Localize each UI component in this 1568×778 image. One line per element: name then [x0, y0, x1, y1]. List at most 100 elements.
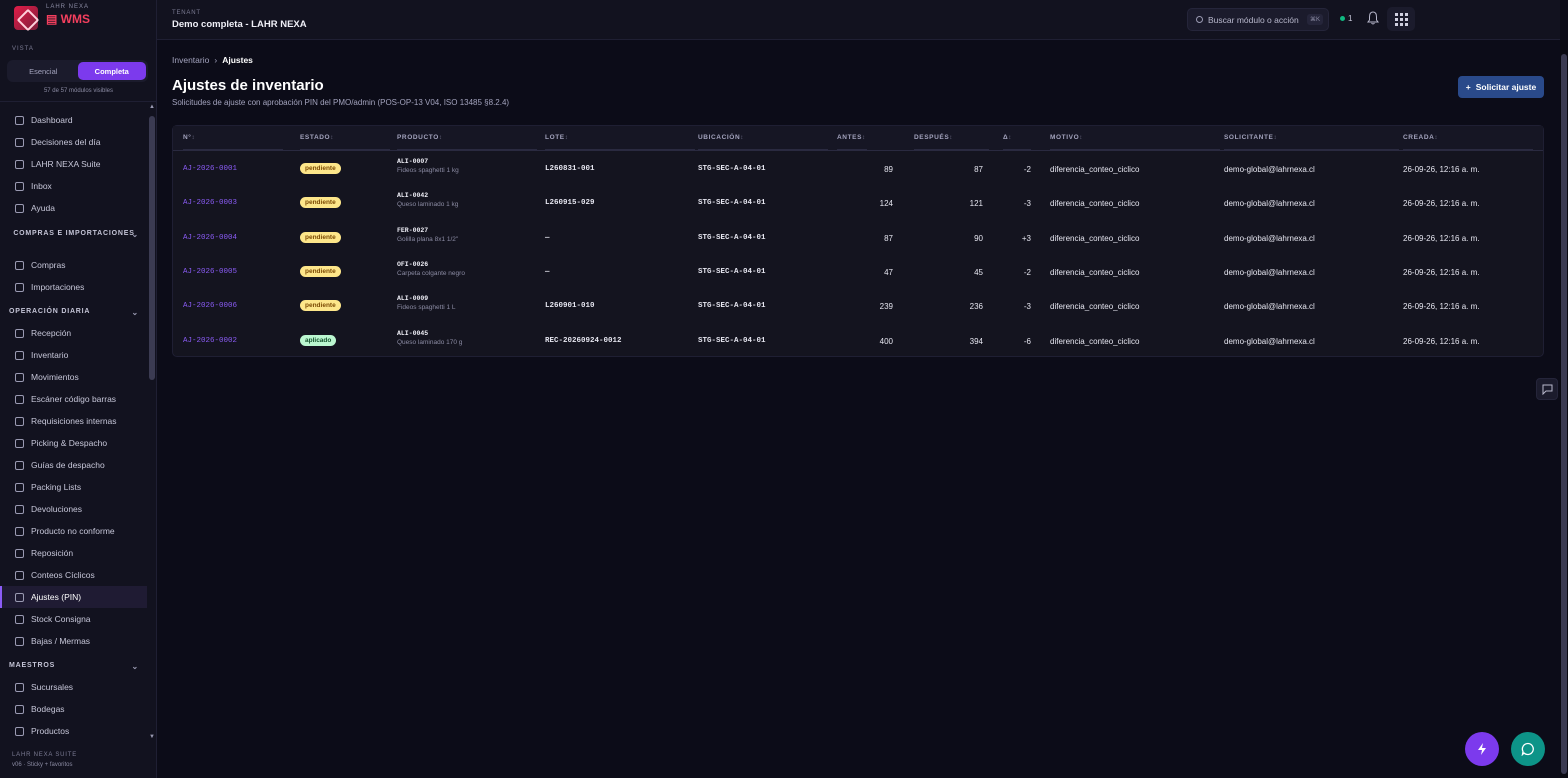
adjustment-id-link[interactable]: AJ-2026-0004 — [183, 234, 237, 242]
sidebar-item-stock-consigna[interactable]: Stock Consigna — [0, 608, 147, 630]
adjustment-id-link[interactable]: AJ-2026-0002 — [183, 337, 237, 345]
chevron-down-icon[interactable]: ⌄ — [131, 230, 139, 239]
created-cell: 26-09-26, 12:16 a. m. — [1403, 233, 1480, 243]
solicitar-ajuste-button[interactable]: + Solicitar ajuste — [1458, 76, 1544, 98]
sidebar-item-reposicion[interactable]: Reposición — [0, 542, 147, 564]
sidebar-item-bajas-mermas[interactable]: Bajas / Mermas — [0, 630, 147, 652]
lot-cell: — — [545, 233, 550, 242]
sidebar-item-lahr-nexa-suite[interactable]: LAHR NEXA Suite — [0, 153, 147, 175]
chevron-down-icon[interactable]: ⌄ — [131, 662, 139, 671]
sidebar-item-inventario[interactable]: Inventario — [0, 344, 147, 366]
sidebar-item-dashboard[interactable]: Dashboard — [0, 109, 147, 131]
sidebar-item-inbox[interactable]: Inbox — [0, 175, 147, 197]
quick-actions-button[interactable] — [1465, 732, 1499, 766]
chevron-down-icon[interactable]: ⌄ — [131, 308, 139, 317]
column-header-lote[interactable]: LOTE ↕ — [545, 126, 695, 150]
table-row[interactable]: AJ-2026-0006 pendiente ALI-0009 Fideos spag… — [173, 289, 1543, 323]
table-row[interactable]: AJ-2026-0005 pendiente OFI-0026 Carpeta col… — [173, 255, 1543, 289]
vista-esencial-button[interactable]: Esencial — [9, 62, 78, 80]
chat-button[interactable] — [1511, 732, 1545, 766]
column-header-despues[interactable]: DESPUÉS ↕ — [914, 126, 989, 150]
column-header-estado[interactable]: ESTADO ↕ — [300, 126, 390, 150]
scroll-up-icon[interactable]: ▲ — [148, 104, 156, 110]
sidebar-item-escaner-codigo-barras[interactable]: Escáner código barras — [0, 388, 147, 410]
column-header-delta[interactable]: Δ ↕ — [1003, 126, 1031, 150]
section-operacion[interactable]: OPERACIÓN DIARIA ⌄ — [9, 308, 139, 317]
sidebar-item-producto-no-conforme[interactable]: Producto no conforme — [0, 520, 147, 542]
sort-icon: ↕ — [564, 134, 569, 141]
requester-cell: demo-global@lahrnexa.cl — [1224, 302, 1315, 312]
sidebar-item-decisiones-del-dia[interactable]: Decisiones del día — [0, 131, 147, 153]
status-badge: pendiente — [300, 231, 341, 243]
section-compras-title: COMPRAS E IMPORTACIONES — [13, 230, 135, 237]
column-header-antes[interactable]: ANTES ↕ — [837, 126, 867, 150]
sidebar-item-ajustes-pin[interactable]: Ajustes (PIN) — [0, 586, 147, 608]
sidebar-scrollbar[interactable]: ▲ ▼ — [148, 104, 156, 744]
sidebar-importaciones-icon — [15, 282, 24, 292]
bell-icon[interactable] — [1367, 11, 1379, 25]
table-row[interactable]: AJ-2026-0004 pendiente FER-0027 Golilla pla… — [173, 221, 1543, 255]
adjustment-id-link[interactable]: AJ-2026-0006 — [183, 302, 237, 310]
status-badge: pendiente — [300, 197, 341, 209]
sidebar-item-productos[interactable]: Productos — [0, 720, 147, 742]
sidebar-item-picking-despacho[interactable]: Picking & Despacho — [0, 432, 147, 454]
adjustment-id-link[interactable]: AJ-2026-0003 — [183, 199, 237, 207]
status-badge: pendiente — [300, 265, 341, 277]
adjustment-id-link[interactable]: AJ-2026-0001 — [183, 165, 237, 173]
breadcrumb-parent[interactable]: Inventario — [172, 55, 209, 65]
sidebar-item-label: LAHR NEXA Suite — [31, 159, 101, 169]
vista-completa-button[interactable]: Completa — [77, 62, 146, 80]
page-scrollbar[interactable] — [1560, 40, 1568, 778]
sidebar-item-requisiciones-internas[interactable]: Requisiciones internas — [0, 410, 147, 432]
created-cell: 26-09-26, 12:16 a. m. — [1403, 267, 1480, 277]
sidebar-item-conteos-ciclicos[interactable]: Conteos Cíclicos — [0, 564, 147, 586]
column-header-motivo[interactable]: MOTIVO ↕ — [1050, 126, 1220, 150]
sidebar-item-guias-de-despacho[interactable]: Guías de despacho — [0, 454, 147, 476]
vista-toggle: Esencial Completa — [7, 60, 148, 82]
table-row[interactable]: AJ-2026-0001 pendiente ALI-0007 Fideos spag… — [173, 152, 1543, 186]
scroll-down-icon[interactable]: ▼ — [148, 734, 156, 740]
column-header-creada[interactable]: CREADA ↕ — [1403, 126, 1533, 150]
tenant-name[interactable]: Demo completa - LAHR NEXA — [172, 19, 307, 30]
feedback-button[interactable] — [1536, 378, 1558, 400]
location-cell: STG-SEC-A-04-01 — [698, 199, 766, 208]
table-row[interactable]: AJ-2026-0002 aplicado ALI-0045 Queso lamina… — [173, 324, 1543, 358]
sidebar-item-movimientos[interactable]: Movimientos — [0, 366, 147, 388]
sort-icon: ↕ — [1079, 134, 1083, 141]
column-header-n[interactable]: N° ↕ — [183, 126, 283, 150]
after-qty-cell: 87 — [974, 165, 983, 174]
reason-cell: diferencia_conteo_ciclico — [1050, 165, 1140, 174]
page-scroll-thumb[interactable] — [1561, 54, 1567, 774]
sidebar-item-recepcion[interactable]: Recepción — [0, 322, 147, 344]
created-cell: 26-09-26, 12:16 a. m. — [1403, 336, 1480, 346]
sidebar-item-bodegas[interactable]: Bodegas — [0, 698, 147, 720]
sidebar-scroll-thumb[interactable] — [149, 116, 155, 380]
column-header-ubicacion[interactable]: UBICACIÓN ↕ — [698, 126, 828, 150]
topbar: TENANT Demo completa - LAHR NEXA Buscar … — [157, 0, 1560, 40]
column-header-producto[interactable]: PRODUCTO ↕ — [397, 126, 537, 150]
table-row[interactable]: AJ-2026-0003 pendiente ALI-0042 Queso lamin… — [173, 186, 1543, 220]
sidebar-item-importaciones[interactable]: Importaciones — [0, 276, 147, 298]
adjustment-id-link[interactable]: AJ-2026-0005 — [183, 268, 237, 276]
requester-cell: demo-global@lahrnexa.cl — [1224, 267, 1315, 277]
after-qty-cell: 45 — [974, 267, 983, 277]
column-header-solicitante[interactable]: SOLICITANTE ↕ — [1224, 126, 1399, 150]
sidebar-item-devoluciones[interactable]: Devoluciones — [0, 498, 147, 520]
section-compras[interactable]: COMPRAS E IMPORTACIONES ⌄ — [9, 230, 139, 239]
sidebar-item-packing-lists[interactable]: Packing Lists — [0, 476, 147, 498]
sidebar-picking-despacho-icon — [15, 438, 24, 448]
brand[interactable]: LAHR NEXA ▤ WMS — [14, 4, 90, 30]
status-count[interactable]: 1 — [1348, 14, 1352, 23]
search-input[interactable]: Buscar módulo o acción ⌘K — [1187, 8, 1329, 31]
sidebar-item-sucursales[interactable]: Sucursales — [0, 676, 147, 698]
section-maestros[interactable]: MAESTROS ⌄ — [9, 662, 139, 671]
sidebar-packing-lists-icon — [15, 482, 24, 492]
breadcrumb-current: Ajustes — [222, 55, 253, 65]
sidebar-item-ayuda[interactable]: Ayuda — [0, 197, 147, 219]
reason-cell: diferencia_conteo_ciclico — [1050, 199, 1140, 209]
apps-grid-icon[interactable] — [1387, 7, 1415, 31]
ajustes-table: N° ↕ ESTADO ↕ PRODUCTO ↕ LOTE ↕ UBICACIÓN ↕ A… — [172, 125, 1544, 357]
before-qty-cell: 400 — [879, 336, 893, 346]
sidebar-item-compras[interactable]: Compras — [0, 254, 147, 276]
lot-cell: L260915-029 — [545, 199, 595, 208]
